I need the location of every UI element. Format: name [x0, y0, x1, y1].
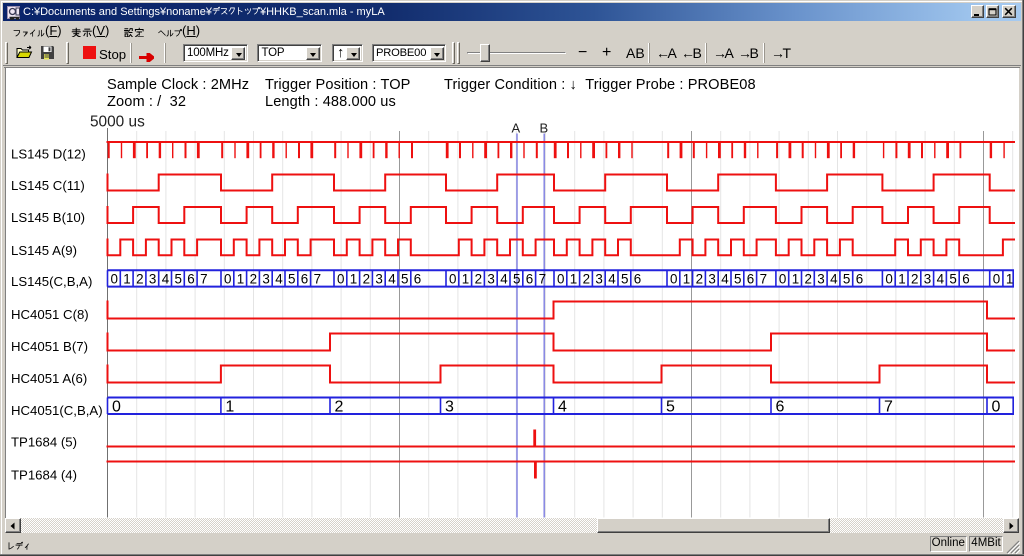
svg-text:5: 5 [175, 271, 182, 286]
svg-text:1: 1 [123, 271, 130, 286]
svg-text:3: 3 [487, 271, 494, 286]
svg-text:4: 4 [388, 271, 396, 286]
svg-text:6: 6 [634, 271, 641, 286]
svg-text:LS145(C,B,A): LS145(C,B,A) [11, 274, 92, 289]
svg-text:6: 6 [526, 271, 533, 286]
svg-text:HC4051 C(8): HC4051 C(8) [11, 307, 89, 322]
svg-text:0: 0 [224, 271, 231, 286]
svg-text:4: 4 [162, 271, 170, 286]
svg-text:7: 7 [760, 271, 767, 286]
svg-text:4: 4 [558, 399, 567, 416]
svg-text:3: 3 [595, 271, 602, 286]
svg-text:2: 2 [696, 271, 703, 286]
svg-text:4: 4 [721, 271, 729, 286]
svg-text:1: 1 [792, 271, 799, 286]
svg-text:5: 5 [288, 271, 295, 286]
svg-text:0: 0 [449, 271, 456, 286]
svg-text:2: 2 [805, 271, 812, 286]
svg-text:1: 1 [225, 399, 234, 416]
svg-text:2: 2 [583, 271, 590, 286]
svg-text:TP1684 (4): TP1684 (4) [11, 468, 77, 483]
svg-text:3: 3 [149, 271, 156, 286]
svg-text:0: 0 [337, 271, 344, 286]
svg-text:5: 5 [401, 271, 408, 286]
svg-text:HC4051 A(6): HC4051 A(6) [11, 371, 87, 386]
svg-text:5000 us: 5000 us [90, 113, 145, 130]
svg-text:LS145 D(12): LS145 D(12) [11, 147, 86, 162]
svg-text:2: 2 [250, 271, 257, 286]
svg-text:2: 2 [335, 399, 344, 416]
svg-text:6: 6 [414, 271, 421, 286]
svg-text:4: 4 [275, 271, 283, 286]
svg-text:6: 6 [301, 271, 308, 286]
svg-text:3: 3 [817, 271, 824, 286]
svg-text:3: 3 [708, 271, 715, 286]
svg-text:2: 2 [911, 271, 918, 286]
svg-text:0: 0 [112, 399, 121, 416]
svg-text:0: 0 [779, 271, 786, 286]
svg-text:1: 1 [462, 271, 469, 286]
svg-text:A: A [512, 121, 521, 136]
svg-text:6: 6 [962, 271, 969, 286]
svg-text:0: 0 [670, 271, 677, 286]
svg-text:1: 1 [570, 271, 577, 286]
svg-text:HC4051(C,B,A): HC4051(C,B,A) [11, 403, 103, 418]
svg-text:5: 5 [949, 271, 956, 286]
svg-text:4: 4 [608, 271, 616, 286]
svg-text:0: 0 [885, 271, 892, 286]
svg-text:5: 5 [621, 271, 628, 286]
svg-text:7: 7 [539, 271, 546, 286]
svg-text:3: 3 [375, 271, 382, 286]
svg-text:7: 7 [314, 271, 321, 286]
svg-text:6: 6 [856, 271, 863, 286]
svg-text:1: 1 [898, 271, 905, 286]
svg-text:4: 4 [937, 271, 945, 286]
svg-text:2: 2 [363, 271, 370, 286]
svg-text:7: 7 [884, 399, 893, 416]
svg-text:1: 1 [1006, 271, 1013, 286]
svg-text:0: 0 [111, 271, 118, 286]
svg-text:4: 4 [500, 271, 508, 286]
svg-text:4: 4 [830, 271, 838, 286]
svg-text:1: 1 [237, 271, 244, 286]
svg-text:7: 7 [200, 271, 207, 286]
svg-text:5: 5 [666, 399, 675, 416]
svg-text:5: 5 [843, 271, 850, 286]
svg-text:3: 3 [445, 399, 454, 416]
svg-text:1: 1 [350, 271, 357, 286]
svg-text:2: 2 [475, 271, 482, 286]
svg-text:0: 0 [993, 271, 1000, 286]
svg-text:0: 0 [992, 399, 1001, 416]
svg-text:TP1684 (5): TP1684 (5) [11, 434, 77, 449]
svg-text:3: 3 [262, 271, 269, 286]
svg-text:HC4051 B(7): HC4051 B(7) [11, 339, 88, 354]
svg-text:1: 1 [683, 271, 690, 286]
svg-text:6: 6 [747, 271, 754, 286]
svg-text:5: 5 [734, 271, 741, 286]
svg-text:3: 3 [924, 271, 931, 286]
svg-text:6: 6 [187, 271, 194, 286]
svg-text:6: 6 [776, 399, 785, 416]
svg-text:2: 2 [136, 271, 143, 286]
svg-text:0: 0 [557, 271, 564, 286]
svg-text:5: 5 [513, 271, 520, 286]
svg-text:LS145 C(11): LS145 C(11) [11, 178, 85, 193]
svg-text:LS145 B(10): LS145 B(10) [11, 210, 85, 225]
svg-text:B: B [540, 121, 549, 136]
svg-text:LS145 A(9): LS145 A(9) [11, 243, 77, 258]
